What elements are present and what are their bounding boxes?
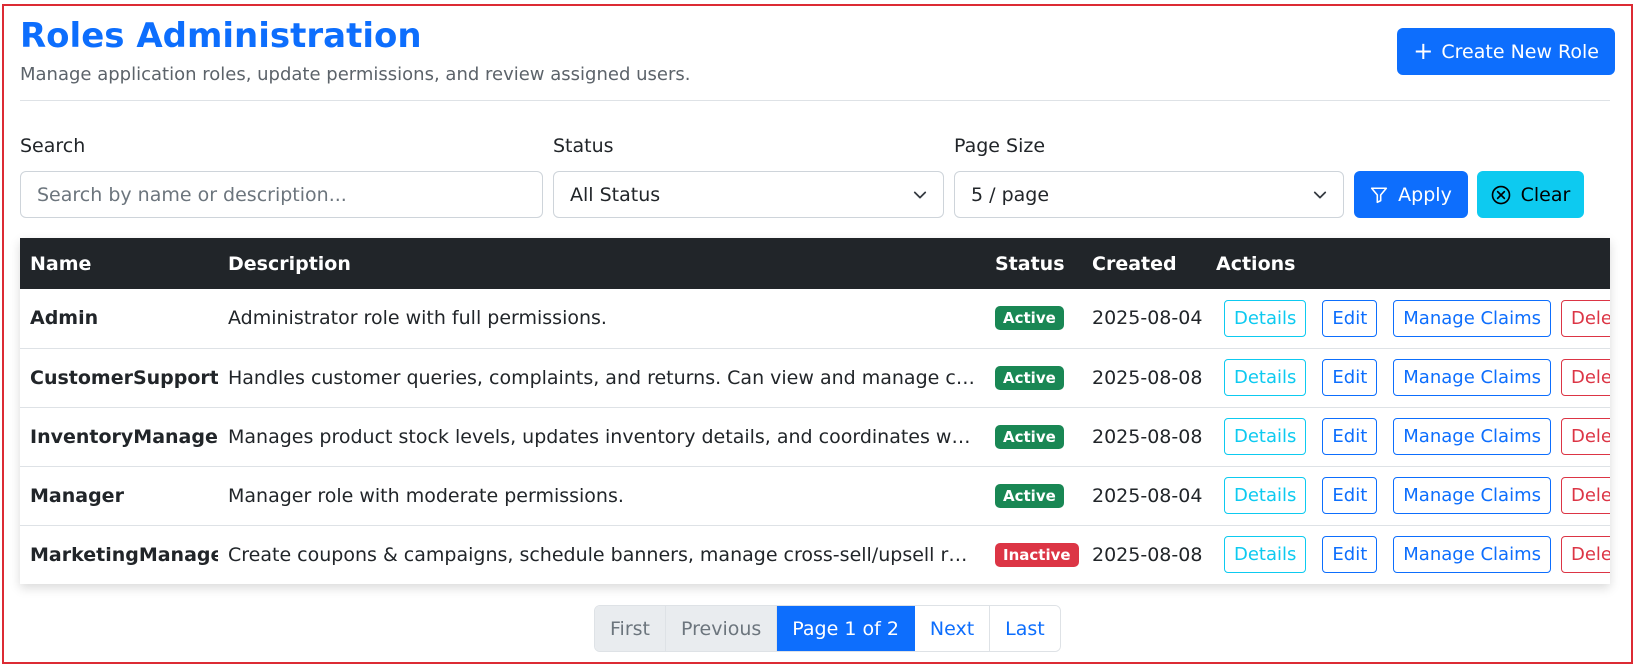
details-button[interactable]: Details xyxy=(1224,418,1307,455)
details-button[interactable]: Details xyxy=(1224,477,1307,514)
row-actions: Details Edit Manage Claims Delete xyxy=(1216,477,1610,514)
search-field xyxy=(20,171,543,218)
pagination-current-page: Page 1 of 2 xyxy=(777,606,915,651)
search-input[interactable] xyxy=(37,183,526,206)
status-badge: Active xyxy=(995,306,1064,331)
page-header: Roles Administration Manage application … xyxy=(20,14,1610,85)
column-header-created: Created xyxy=(1082,238,1206,289)
apply-button[interactable]: Apply xyxy=(1354,171,1468,218)
row-actions: Details Edit Manage Claims Delete xyxy=(1216,359,1610,396)
row-actions: Details Edit Manage Claims Delete xyxy=(1216,418,1610,455)
header-divider xyxy=(20,100,1610,101)
edit-button[interactable]: Edit xyxy=(1322,359,1378,396)
search-label: Search xyxy=(20,135,86,157)
role-name: CustomerSupport xyxy=(20,348,218,408)
table-row: Manager Manager role with moderate permi… xyxy=(20,466,1610,526)
status-label: Status xyxy=(553,135,614,157)
column-header-description: Description xyxy=(218,238,985,289)
role-created: 2025-08-08 xyxy=(1082,348,1206,408)
pagination: First Previous Page 1 of 2 Next Last xyxy=(594,605,1061,652)
delete-button[interactable]: Delete xyxy=(1561,477,1610,514)
edit-button[interactable]: Edit xyxy=(1322,536,1378,574)
manage-claims-button[interactable]: Manage Claims xyxy=(1393,536,1551,574)
apply-label: Apply xyxy=(1398,183,1452,206)
details-button[interactable]: Details xyxy=(1224,299,1307,337)
filter-icon xyxy=(1371,186,1388,203)
pagination-previous: Previous xyxy=(666,606,778,651)
table-row: CustomerSupport Handles customer queries… xyxy=(20,348,1610,408)
manage-claims-button[interactable]: Manage Claims xyxy=(1393,299,1551,337)
table-row: Admin Administrator role with full permi… xyxy=(20,289,1610,349)
role-name: Admin xyxy=(20,289,218,349)
table-header-row: Name Description Status Created Actions xyxy=(20,238,1610,289)
x-circle-icon xyxy=(1491,185,1510,204)
delete-button[interactable]: Delete xyxy=(1561,418,1610,455)
table-row: InventoryManager Manages product stock l… xyxy=(20,407,1610,467)
page-title: Roles Administration xyxy=(20,16,422,56)
details-button[interactable]: Details xyxy=(1224,359,1307,396)
roles-table: Name Description Status Created Actions … xyxy=(20,238,1610,584)
pagination-first: First xyxy=(595,606,666,651)
delete-button[interactable]: Delete xyxy=(1561,299,1610,337)
chevron-down-icon xyxy=(913,191,927,198)
status-badge: Active xyxy=(995,365,1064,390)
role-description: Create coupons & campaigns, schedule ban… xyxy=(228,543,985,566)
plus-icon: + xyxy=(1413,36,1434,65)
role-created: 2025-08-08 xyxy=(1092,543,1203,566)
role-name: InventoryManager xyxy=(20,407,218,467)
create-new-role-label: Create New Role xyxy=(1441,40,1599,63)
page-subtitle: Manage application roles, update permiss… xyxy=(20,64,691,85)
page-size-select[interactable]: 5 / page xyxy=(954,171,1344,218)
pagination-last[interactable]: Last xyxy=(990,606,1060,651)
status-badge: Active xyxy=(995,424,1064,449)
column-header-name: Name xyxy=(20,238,218,289)
role-name: MarketingManager xyxy=(30,543,218,566)
role-description: Handles customer queries, complaints, an… xyxy=(218,348,985,408)
page-size-select-value: 5 / page xyxy=(971,183,1050,206)
edit-button[interactable]: Edit xyxy=(1322,418,1378,455)
edit-button[interactable]: Edit xyxy=(1322,477,1378,514)
manage-claims-button[interactable]: Manage Claims xyxy=(1393,359,1551,396)
table-row: MarketingManager Create coupons & campai… xyxy=(20,525,1610,584)
pagination-next[interactable]: Next xyxy=(914,606,991,651)
role-description: Manager role with moderate permissions. xyxy=(218,466,985,526)
column-header-actions: Actions xyxy=(1206,238,1610,289)
manage-claims-button[interactable]: Manage Claims xyxy=(1393,477,1551,514)
clear-button[interactable]: Clear xyxy=(1477,171,1584,218)
chevron-down-icon xyxy=(1313,191,1327,198)
row-actions: Details Edit Manage Claims Delete xyxy=(1216,299,1610,337)
clear-label: Clear xyxy=(1520,183,1571,206)
status-select[interactable]: All Status xyxy=(553,171,944,218)
column-header-status: Status xyxy=(985,238,1082,289)
manage-claims-button[interactable]: Manage Claims xyxy=(1393,418,1551,455)
delete-button[interactable]: Delete xyxy=(1561,536,1610,574)
status-badge: Inactive xyxy=(995,542,1079,567)
role-created: 2025-08-08 xyxy=(1082,407,1206,467)
edit-button[interactable]: Edit xyxy=(1322,299,1378,337)
role-created: 2025-08-04 xyxy=(1082,289,1206,349)
delete-button[interactable]: Delete xyxy=(1561,359,1610,396)
status-badge: Active xyxy=(995,483,1064,508)
status-select-value: All Status xyxy=(570,183,661,206)
role-description: Administrator role with full permissions… xyxy=(218,289,985,349)
details-button[interactable]: Details xyxy=(1224,536,1307,574)
row-actions: Details Edit Manage Claims Delete xyxy=(1216,536,1610,574)
role-description: Manages product stock levels, updates in… xyxy=(218,407,985,467)
create-new-role-button[interactable]: + Create New Role xyxy=(1397,28,1615,75)
role-name: Manager xyxy=(20,466,218,526)
role-created: 2025-08-04 xyxy=(1082,466,1206,526)
page-size-label: Page Size xyxy=(954,135,1046,157)
